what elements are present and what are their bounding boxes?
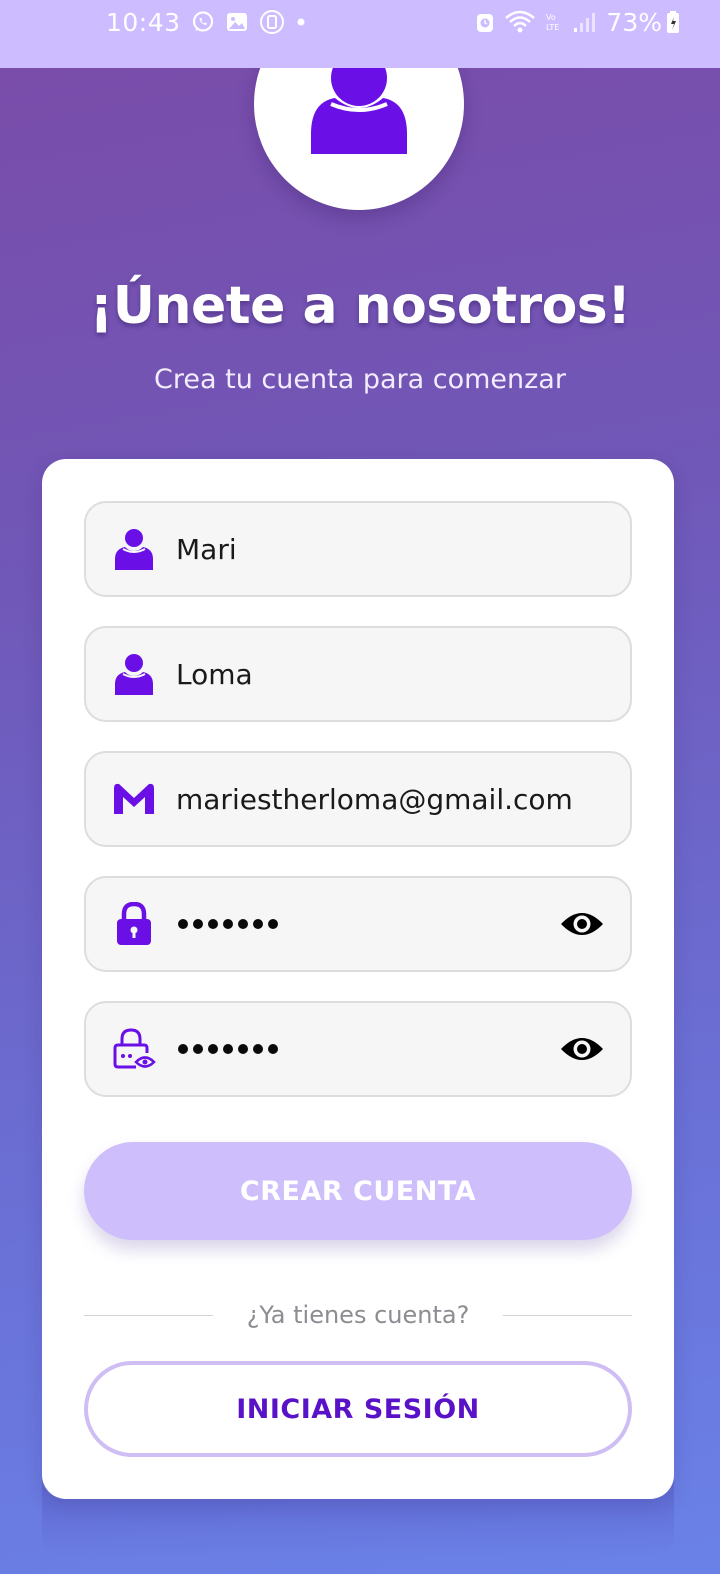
divider-line: [503, 1314, 632, 1316]
alarm-icon: [477, 14, 494, 32]
vibrate-icon: [259, 10, 284, 34]
email-field[interactable]: mariestherloma@gmail.com: [84, 751, 632, 847]
status-left-icons: [191, 9, 307, 35]
email-value: mariestherloma@gmail.com: [176, 782, 573, 816]
password-field[interactable]: [84, 876, 632, 972]
wifi-icon: [505, 10, 536, 33]
last-name-value: Loma: [176, 657, 253, 691]
login-button[interactable]: INICIAR SESIÓN: [84, 1361, 632, 1457]
lock-icon: [112, 902, 156, 946]
status-right-icons: Vo LTE: [474, 9, 598, 35]
status-bar: 10:43 Vo LTE 73%: [0, 0, 720, 68]
person-icon: [112, 652, 156, 696]
person-icon: [311, 64, 407, 154]
confirm-password-masked-value: [178, 1044, 278, 1054]
create-account-button[interactable]: CREAR CUENTA: [84, 1142, 632, 1240]
gallery-icon: [226, 13, 247, 31]
whatsapp-icon: [192, 11, 213, 32]
page-title: ¡Únete a nosotros!: [89, 276, 631, 336]
confirm-password-field[interactable]: [84, 1001, 632, 1097]
svg-text:Vo: Vo: [546, 13, 556, 22]
eye-icon[interactable]: [560, 1034, 604, 1064]
password-masked-value: [178, 919, 278, 929]
divider-text: ¿Ya tienes cuenta?: [246, 1301, 470, 1329]
divider-line: [84, 1314, 213, 1316]
status-left: 10:43: [106, 0, 307, 65]
page-subtitle: Crea tu cuenta para comenzar: [154, 364, 566, 395]
lock-eye-icon: [112, 1027, 156, 1071]
status-right: Vo LTE 73%: [464, 0, 680, 65]
eye-icon[interactable]: [560, 909, 604, 939]
battery-icon: [667, 11, 679, 33]
first-name-field[interactable]: Mari: [84, 501, 632, 597]
svg-text:LTE: LTE: [546, 23, 559, 32]
volte-icon: Vo LTE: [546, 13, 559, 32]
status-time: 10:43: [106, 7, 181, 37]
signal-icon: [574, 13, 596, 32]
notification-dot-icon: [297, 18, 305, 26]
last-name-field[interactable]: Loma: [84, 626, 632, 722]
first-name-value: Mari: [176, 532, 237, 566]
register-card: Mari Loma mariestherloma@gmail.com CREAR…: [42, 459, 674, 1499]
divider: ¿Ya tienes cuenta?: [84, 1295, 632, 1335]
battery-percent: 73%: [606, 7, 662, 37]
gmail-icon: [112, 777, 156, 821]
person-icon: [112, 527, 156, 571]
